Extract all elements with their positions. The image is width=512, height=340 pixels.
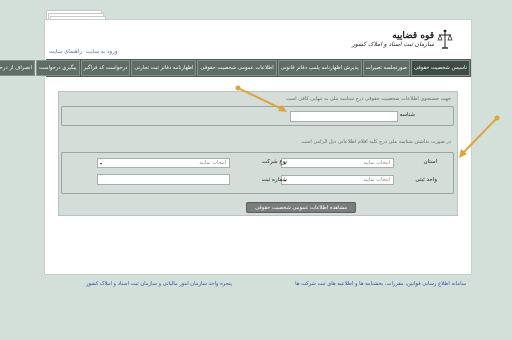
arrow-to-details-icon [459, 115, 500, 158]
arrow-to-national-id-icon [235, 85, 287, 112]
annotation-arrows [235, 85, 500, 158]
